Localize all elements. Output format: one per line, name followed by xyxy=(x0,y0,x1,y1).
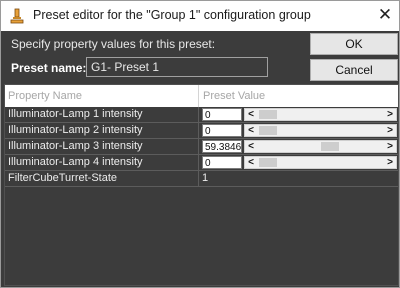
slider-thumb[interactable] xyxy=(320,142,339,151)
preset-value-input[interactable]: 59.38461 xyxy=(202,140,242,153)
arrow-left-icon[interactable]: < xyxy=(245,124,257,137)
arrow-right-icon[interactable]: > xyxy=(384,156,396,169)
table-row: Illuminator-Lamp 2 intensity 0 < > xyxy=(5,123,398,139)
property-name-cell: Illuminator-Lamp 2 intensity xyxy=(5,123,199,138)
table-row: Illuminator-Lamp 3 intensity 59.38461 < … xyxy=(5,139,398,155)
ok-button[interactable]: OK xyxy=(310,33,398,55)
close-icon[interactable]: ✕ xyxy=(371,3,399,29)
table-row: Illuminator-Lamp 4 intensity 0 < > xyxy=(5,155,398,171)
arrow-right-icon[interactable]: > xyxy=(384,108,396,121)
microscope-app-icon xyxy=(9,8,25,24)
preset-editor-window: Preset editor for the "Group 1" configur… xyxy=(0,0,400,288)
intensity-slider[interactable]: < > xyxy=(244,140,397,153)
preset-value-input[interactable]: 0 xyxy=(202,156,242,169)
column-header-property-name[interactable]: Property Name xyxy=(5,85,199,107)
title-bar: Preset editor for the "Group 1" configur… xyxy=(1,1,399,31)
preset-name-label: Preset name: xyxy=(11,61,87,75)
preset-value-input[interactable]: 0 xyxy=(202,108,242,121)
intensity-slider[interactable]: < > xyxy=(244,124,397,137)
property-name-cell: Illuminator-Lamp 3 intensity xyxy=(5,139,199,154)
arrow-left-icon[interactable]: < xyxy=(245,156,257,169)
window-title: Preset editor for the "Group 1" configur… xyxy=(33,8,311,22)
slider-thumb[interactable] xyxy=(259,110,277,119)
arrow-left-icon[interactable]: < xyxy=(245,108,257,121)
table-header: Property Name Preset Value xyxy=(5,85,398,107)
property-name-cell: Illuminator-Lamp 4 intensity xyxy=(5,155,199,170)
intensity-slider[interactable]: < > xyxy=(244,108,397,121)
slider-thumb[interactable] xyxy=(259,126,277,135)
arrow-left-icon[interactable]: < xyxy=(245,140,257,153)
preset-name-input[interactable]: G1- Preset 1 xyxy=(86,57,268,77)
preset-value-input[interactable]: 0 xyxy=(202,124,242,137)
cancel-button[interactable]: Cancel xyxy=(310,59,398,81)
column-header-preset-value[interactable]: Preset Value xyxy=(200,85,398,107)
property-name-cell: FilterCubeTurret-State xyxy=(5,171,199,186)
arrow-right-icon[interactable]: > xyxy=(384,124,396,137)
arrow-right-icon[interactable]: > xyxy=(384,140,396,153)
dialog-body: Specify property values for this preset:… xyxy=(1,31,399,287)
property-name-cell: Illuminator-Lamp 1 intensity xyxy=(5,107,199,122)
preset-value-cell[interactable]: 1 xyxy=(202,171,208,186)
table-row: Illuminator-Lamp 1 intensity 0 < > xyxy=(5,107,398,123)
instruction-text: Specify property values for this preset: xyxy=(11,37,216,51)
slider-thumb[interactable] xyxy=(259,158,277,167)
intensity-slider[interactable]: < > xyxy=(244,156,397,169)
table-row: FilterCubeTurret-State 1 xyxy=(5,171,398,187)
property-table: Property Name Preset Value Illuminator-L… xyxy=(4,84,399,286)
